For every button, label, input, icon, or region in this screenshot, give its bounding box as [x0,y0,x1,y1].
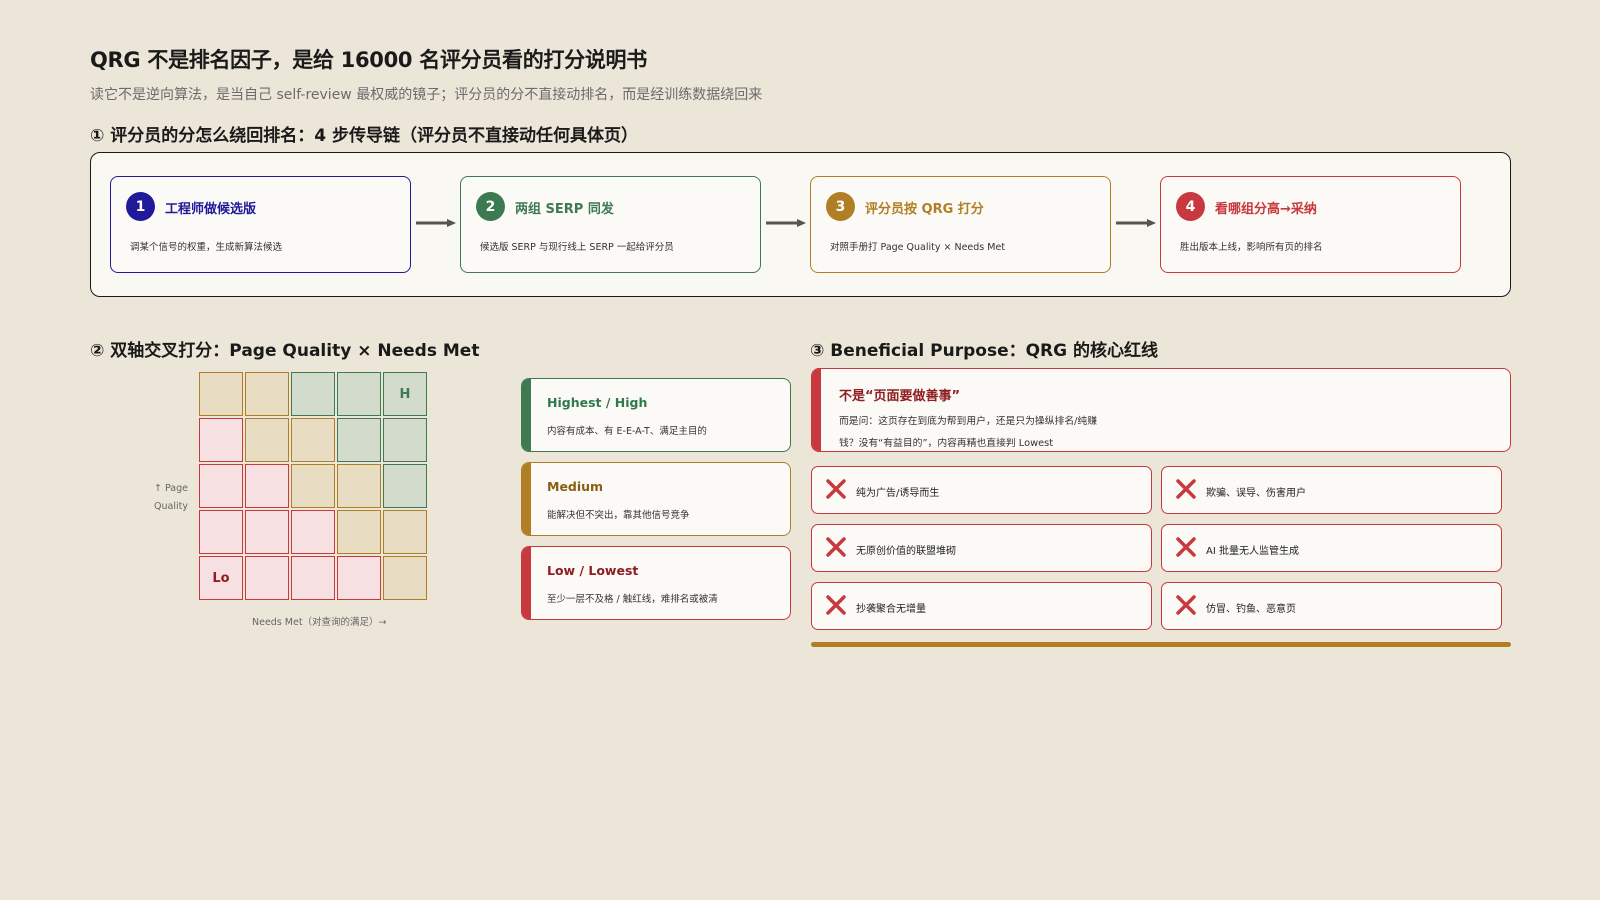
step-3-badge: 3 [826,192,855,221]
section1-heading: ① 评分员的分怎么绕回排名：4 步传导链（评分员不直接动任何具体页） [90,126,639,146]
legend-low-title: Low / Lowest [547,563,639,578]
redline-item-card: 欺骗、误导、伤害用户 [1161,466,1502,514]
legend-medium-bar [522,463,531,535]
step-4-desc: 胜出版本上线，影响所有页的排名 [1180,242,1323,253]
grid-cell-mid [245,418,289,462]
arrow-right-icon [416,219,456,227]
section3-heading: ③ Beneficial Purpose：QRG 的核心红线 [810,341,1159,361]
beneficial-purpose-bar [812,369,821,451]
legend-medium-card: Medium 能解决但不突出，靠其他信号竞争 [521,462,791,536]
grid-cell-low [199,418,243,462]
section3-divider [811,642,1511,647]
beneficial-purpose-title: 不是“页面要做善事” [839,389,961,404]
redline-item-text: 仿冒、钓鱼、恶意页 [1206,604,1296,615]
step-1-badge: 1 [126,192,155,221]
section2-heading: ② 双轴交叉打分：Page Quality × Needs Met [90,341,480,361]
legend-low-desc: 至少一层不及格 / 触红线，难排名或被清 [547,594,718,605]
step-2-badge: 2 [476,192,505,221]
page-subtitle: 读它不是逆向算法，是当自己 self-review 最权威的镜子；评分员的分不直… [90,87,763,103]
step-2-desc: 候选版 SERP 与现行线上 SERP 一起给评分员 [480,242,674,253]
legend-low-card: Low / Lowest 至少一层不及格 / 触红线，难排名或被清 [521,546,791,620]
grid-cell-mid [337,510,381,554]
x-mark-icon [1176,595,1196,615]
step-2-card: 2 两组 SERP 同发 候选版 SERP 与现行线上 SERP 一起给评分员 [460,176,761,273]
grid-cell-mid [337,464,381,508]
grid-cell-low [245,556,289,600]
grid-label-high: H [399,386,411,402]
y-axis-label: ↑ Page Quality [154,483,188,512]
grid-cell-low [291,510,335,554]
legend-low-bar [522,547,531,619]
grid-cell-high [337,372,381,416]
legend-medium-title: Medium [547,479,604,494]
legend-high-title: Highest / High [547,395,648,410]
step-4-badge: 4 [1176,192,1205,221]
grid-cell-high [383,418,427,462]
grid-cell-high [291,372,335,416]
x-mark-icon [1176,479,1196,499]
page-title: QRG 不是排名因子，是给 16000 名评分员看的打分说明书 [90,48,647,72]
redline-item-text: 欺骗、误导、伤害用户 [1206,488,1306,499]
redline-item-text: AI 批量无人监管生成 [1206,546,1299,557]
x-mark-icon [826,537,846,557]
grid-cell-low [199,464,243,508]
arrow-right-icon [766,219,806,227]
legend-high-card: Highest / High 内容有成本、有 E-E-A-T、满足主目的 [521,378,791,452]
step-3-title: 评分员按 QRG 打分 [865,202,984,217]
grid-cell-low [245,464,289,508]
redline-item-card: 抄袭聚合无增量 [811,582,1152,630]
step-1-desc: 调某个信号的权重，生成新算法候选 [130,242,283,253]
grid-cell-mid [383,510,427,554]
x-mark-icon [826,595,846,615]
beneficial-purpose-card: 不是“页面要做善事” 而是问：这页存在到底为帮到用户，还是只为操纵排名/纯赚钱？… [811,368,1511,452]
grid-cell-low: Lo [199,556,243,600]
grid-cell-mid [291,418,335,462]
redline-item-card: 纯为广告/诱导而生 [811,466,1152,514]
grid-cell-mid [383,556,427,600]
legend-high-bar [522,379,531,451]
x-axis-label: Needs Met（对查询的满足）→ [252,617,387,628]
x-mark-icon [1176,537,1196,557]
step-3-card: 3 评分员按 QRG 打分 对照手册打 Page Quality × Needs… [810,176,1111,273]
arrow-right-icon [1116,219,1156,227]
grid-cell-low [199,510,243,554]
grid-cell-mid [199,372,243,416]
grid-cell-low [337,556,381,600]
step-4-title: 看哪组分高→采纳 [1215,202,1317,217]
redline-item-text: 纯为广告/诱导而生 [856,488,940,499]
grid-cell-high [337,418,381,462]
grid-cell-mid [245,372,289,416]
grid-label-low: Lo [212,570,230,586]
redline-item-card: 无原创价值的联盟堆砌 [811,524,1152,572]
quality-needs-grid: H Lo [199,372,430,602]
grid-cell-low [291,556,335,600]
grid-cell-high [383,464,427,508]
step-1-card: 1 工程师做候选版 调某个信号的权重，生成新算法候选 [110,176,411,273]
legend-medium-desc: 能解决但不突出，靠其他信号竞争 [547,510,690,521]
step-3-desc: 对照手册打 Page Quality × Needs Met [830,242,1006,253]
redline-item-text: 抄袭聚合无增量 [856,604,926,615]
x-mark-icon [826,479,846,499]
legend-high-desc: 内容有成本、有 E-E-A-T、满足主目的 [547,426,707,437]
grid-cell-low [245,510,289,554]
step-1-title: 工程师做候选版 [165,202,257,217]
step-2-title: 两组 SERP 同发 [515,202,614,217]
redline-item-card: 仿冒、钓鱼、恶意页 [1161,582,1502,630]
redline-item-text: 无原创价值的联盟堆砌 [856,546,956,557]
step-4-card: 4 看哪组分高→采纳 胜出版本上线，影响所有页的排名 [1160,176,1461,273]
redline-item-card: AI 批量无人监管生成 [1161,524,1502,572]
beneficial-purpose-desc: 而是问：这页存在到底为帮到用户，还是只为操纵排名/纯赚钱？没有“有益目的”，内容… [839,416,1098,449]
grid-cell-mid [291,464,335,508]
grid-cell-high: H [383,372,427,416]
